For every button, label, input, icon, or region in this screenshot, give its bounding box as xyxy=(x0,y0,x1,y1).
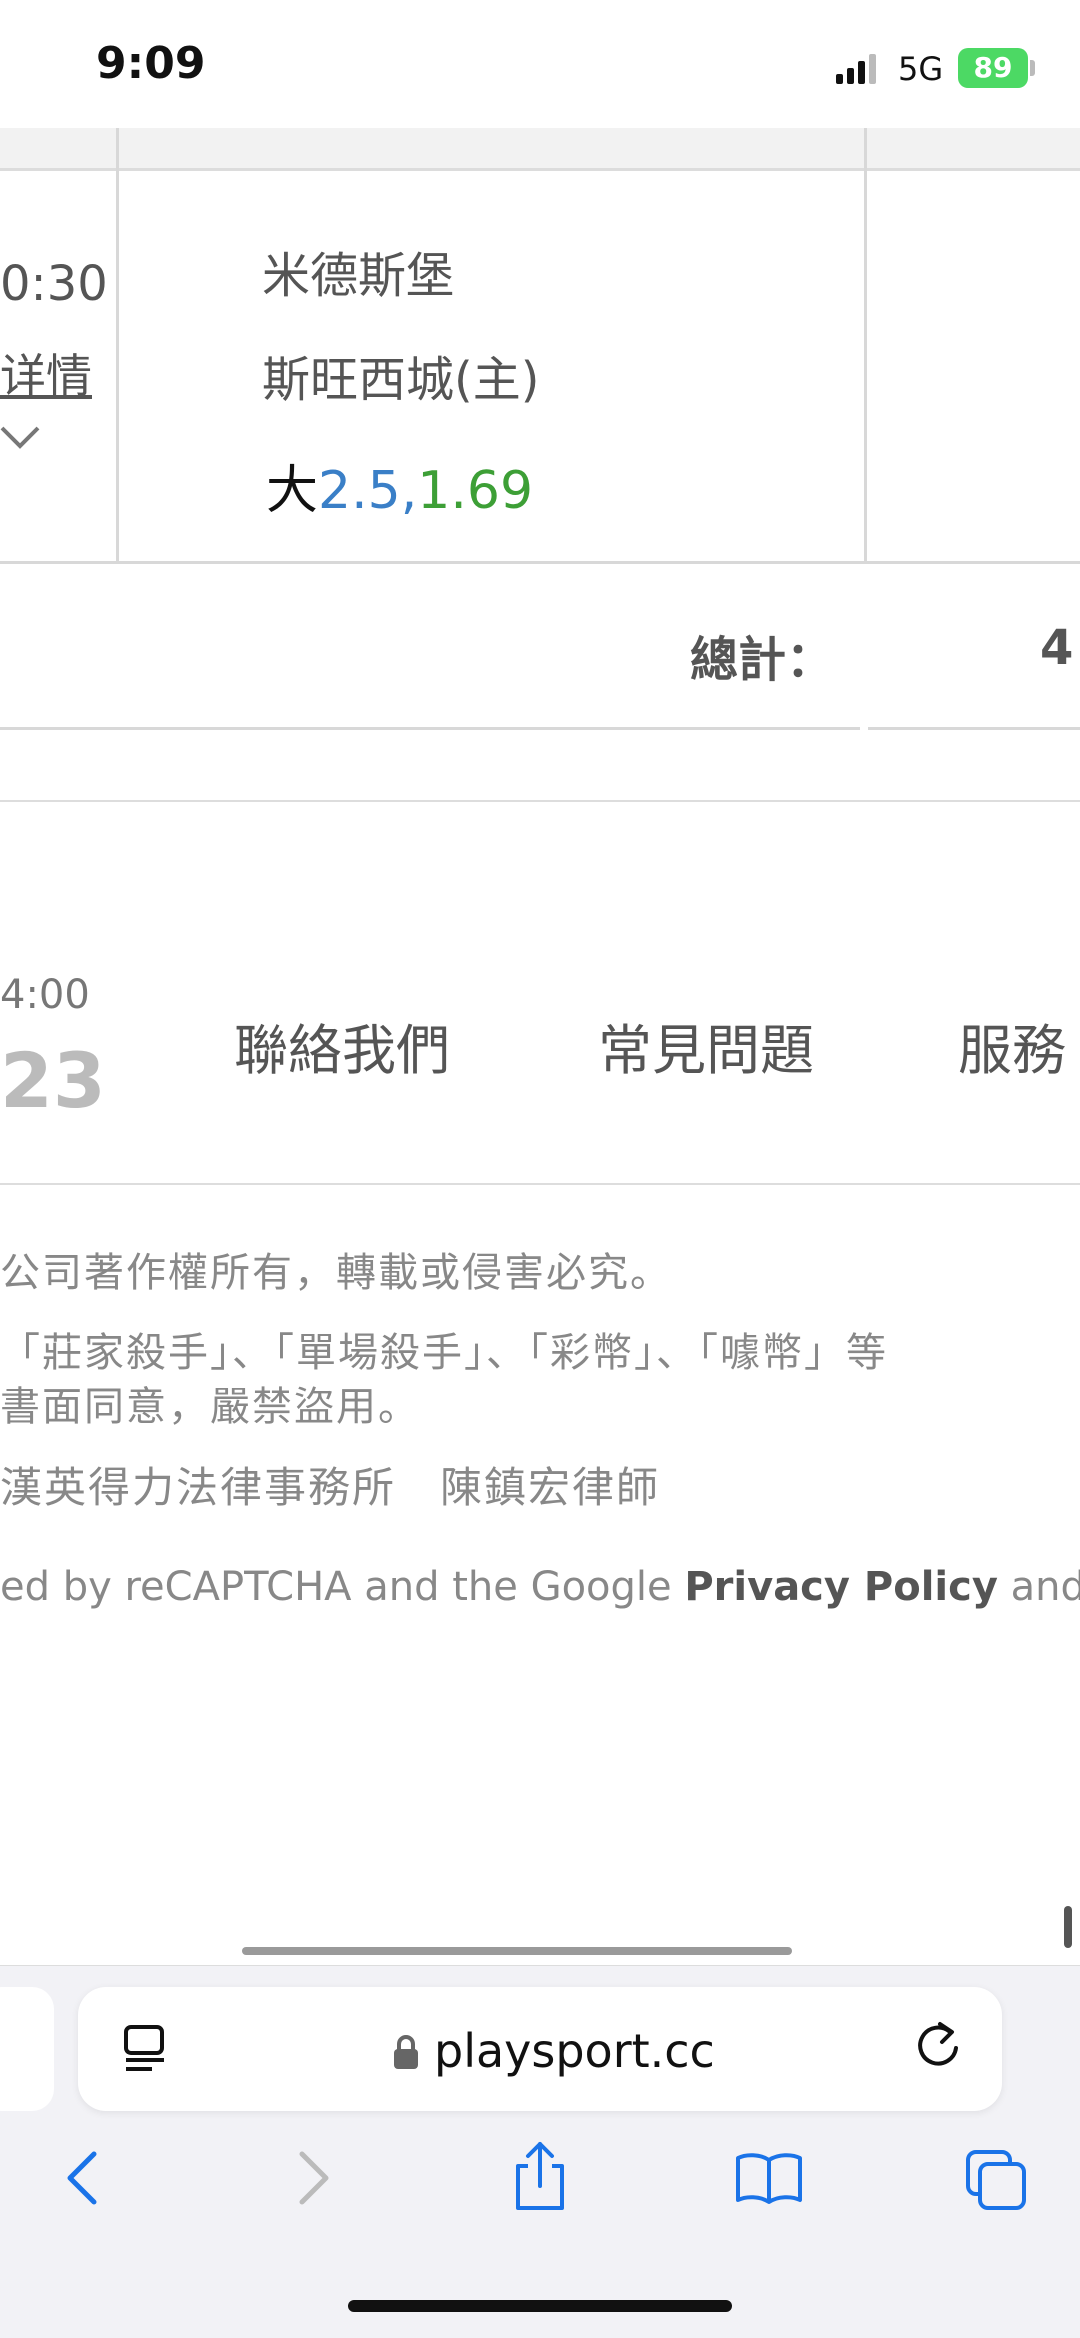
signal-icon xyxy=(836,54,876,84)
legal-counsel-text: 漢英得力法律事務所 陳鎮宏律師 xyxy=(0,1463,661,1512)
table-header-strip xyxy=(0,128,1080,171)
odds-prefix: 大 xyxy=(266,461,319,521)
share-icon[interactable] xyxy=(510,2140,570,2212)
odds-separator: , xyxy=(400,461,418,521)
total-divider xyxy=(0,727,860,730)
total-label: 總計： xyxy=(690,632,835,688)
network-type: 5G xyxy=(898,50,944,88)
total-value: 4 xyxy=(1040,620,1074,676)
recaptcha-prefix: ed by reCAPTCHA and the Google xyxy=(0,1564,685,1610)
contact-us-link[interactable]: 聯絡我們 xyxy=(234,1006,450,1085)
chevron-down-icon[interactable] xyxy=(0,424,40,450)
status-time: 9:09 xyxy=(96,38,206,89)
footer-year: 23 xyxy=(0,1036,106,1125)
forward-icon[interactable] xyxy=(292,2148,336,2208)
faq-link[interactable]: 常見問題 xyxy=(598,1006,814,1085)
lock-icon xyxy=(394,2035,418,2069)
previous-tab-peek[interactable] xyxy=(0,1987,54,2111)
back-icon[interactable] xyxy=(60,2148,104,2208)
footer-time: 4:00 xyxy=(0,972,90,1018)
home-indicator xyxy=(348,2300,732,2312)
battery-icon: 89 xyxy=(958,48,1028,88)
vertical-scroll-thumb[interactable] xyxy=(1064,1906,1072,1948)
bookmarks-icon[interactable] xyxy=(734,2150,804,2206)
section-divider xyxy=(0,800,1080,802)
odds-price: 1.69 xyxy=(417,461,534,521)
team-away: 米德斯堡 xyxy=(262,248,455,304)
service-link[interactable]: 服務 xyxy=(958,1006,1066,1085)
trademark-text-2: 書面同意，嚴禁盜用。 xyxy=(0,1384,420,1430)
column-divider xyxy=(116,128,119,564)
trademark-text: 「莊家殺手」、「單場殺手」、「彩幣」、「噱幣」等 xyxy=(0,1330,888,1376)
column-divider xyxy=(864,128,867,564)
recaptcha-notice: ed by reCAPTCHA and the Google Privacy P… xyxy=(0,1564,1080,1610)
tabs-icon[interactable] xyxy=(964,2148,1028,2212)
copyright-text: 公司著作權所有，轉載或侵害必究。 xyxy=(0,1250,672,1296)
odds-line: 大2.5,1.69 xyxy=(266,448,533,523)
match-time: 0:30 xyxy=(0,256,108,312)
footer-divider xyxy=(0,1183,1080,1185)
total-divider xyxy=(868,727,1080,730)
url-text[interactable]: playsport.cc xyxy=(434,2024,715,2078)
battery-tip xyxy=(1030,60,1035,76)
team-home: 斯旺西城(主) xyxy=(262,352,540,408)
match-detail-link[interactable]: 详情 xyxy=(0,340,92,406)
reader-icon[interactable] xyxy=(122,2024,168,2072)
horizontal-scroll-indicator xyxy=(242,1947,792,1955)
reload-icon[interactable] xyxy=(914,2020,962,2072)
recaptcha-and: and xyxy=(1010,1564,1080,1610)
odds-value: 2.5 xyxy=(318,461,401,521)
privacy-policy-link[interactable]: Privacy Policy xyxy=(684,1564,998,1610)
row-divider xyxy=(0,561,1080,564)
